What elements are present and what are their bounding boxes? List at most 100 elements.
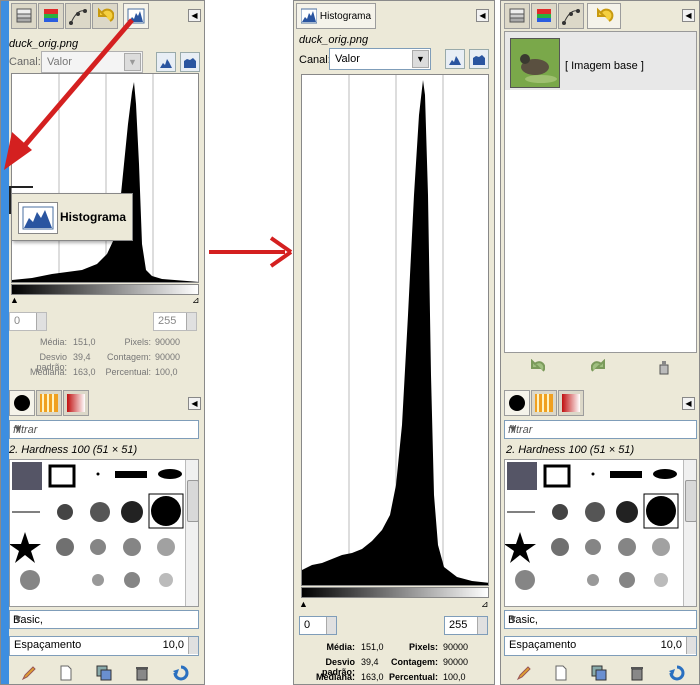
filter-input[interactable]: filtrar ▼ (9, 420, 199, 439)
spin-arrows[interactable] (326, 617, 336, 634)
dock-menu-button[interactable]: ◀ (476, 9, 489, 22)
range-max-value: 255 (158, 315, 177, 327)
channels-icon (537, 9, 551, 22)
undo-icon[interactable] (529, 359, 545, 375)
spacing-value: 10,0 (660, 639, 682, 651)
value-gradient (11, 284, 199, 295)
range-marker-right[interactable]: ⊿ (192, 295, 200, 306)
preset-select[interactable]: Basic, ▼ (504, 610, 697, 629)
paths-icon (562, 9, 580, 25)
spacing-input[interactable]: Espaçamento 10,0 (504, 636, 697, 656)
range-marker-right[interactable]: ⊿ (481, 599, 489, 610)
new-brush-icon[interactable] (553, 665, 569, 681)
brush-title: 2. Hardness 100 (51 × 51) (9, 444, 138, 456)
right-dock: ◀ [ Imagem base ] ◀ filtrar ▼ 2. Hardnes… (500, 0, 700, 685)
linear-histogram-button[interactable] (156, 52, 176, 72)
spin-arrows[interactable] (686, 637, 696, 654)
brush-icon (14, 395, 30, 411)
spin-arrows[interactable] (186, 313, 196, 330)
brush-scrollbar[interactable] (185, 460, 198, 606)
duplicate-brush-icon[interactable] (591, 665, 607, 681)
brush-grid[interactable] (504, 459, 697, 607)
stat-media-label: Média: (326, 642, 355, 652)
stat-pixels-value: 90000 (155, 337, 181, 347)
linear-histogram-button[interactable] (445, 49, 465, 69)
tab-gradients[interactable] (558, 390, 584, 416)
stat-mediana-label: Mediana: (29, 367, 67, 377)
histogram-icon (300, 8, 317, 24)
list-item[interactable]: [ Imagem base ] (505, 32, 696, 90)
tab-layers[interactable] (504, 3, 530, 29)
tab-undo-history[interactable] (587, 3, 621, 29)
log-histogram-icon (473, 55, 485, 65)
edit-brush-icon[interactable] (21, 665, 37, 681)
histogram-plot[interactable] (301, 74, 489, 586)
refresh-brushes-icon[interactable] (173, 665, 189, 681)
stat-mediana-value: 163,0 (361, 672, 384, 682)
tab-patterns[interactable] (36, 390, 62, 416)
scrollbar-thumb[interactable] (685, 480, 696, 522)
tab-brushes[interactable] (9, 390, 35, 416)
delete-brush-icon[interactable] (134, 665, 150, 681)
range-min-input[interactable]: 0 (299, 616, 337, 635)
stat-media-value: 151,0 (361, 642, 384, 652)
redo-icon[interactable] (591, 359, 607, 375)
chevron-down-icon[interactable]: ▼ (508, 424, 693, 435)
range-max-input[interactable]: 255 (444, 616, 488, 635)
tab-patterns[interactable] (531, 390, 557, 416)
range-marker-left[interactable]: ▲ (299, 599, 308, 609)
chevron-down-icon[interactable]: ▼ (508, 614, 693, 625)
range-min-input[interactable]: 0 (9, 312, 47, 331)
spacing-input[interactable]: Espaçamento 10,0 (9, 636, 199, 656)
annotation-arrow-diagonal (4, 18, 134, 170)
chevron-down-icon: ▼ (412, 50, 429, 68)
scrollbar-thumb[interactable] (187, 480, 198, 522)
dock-menu-button[interactable]: ◀ (188, 397, 201, 410)
undo-list[interactable]: [ Imagem base ] (504, 31, 697, 353)
channel-select-value: Valor (335, 53, 360, 65)
spacing-value: 10,0 (162, 639, 184, 651)
stat-percentual-label: Percentual: (388, 672, 438, 682)
brush-grid[interactable] (9, 459, 199, 607)
tooltip-text: Histograma (60, 210, 127, 224)
spacing-label: Espaçamento (509, 639, 577, 651)
dock-menu-button[interactable]: ◀ (682, 9, 695, 22)
brush-scrollbar[interactable] (683, 460, 696, 606)
range-max-input[interactable]: 255 (153, 312, 197, 331)
log-histogram-icon (184, 58, 196, 68)
spin-arrows[interactable] (477, 617, 487, 634)
tab-brushes[interactable] (504, 390, 530, 416)
tab-channels[interactable] (531, 3, 557, 29)
range-marker-left[interactable]: ▲ (10, 295, 19, 305)
channel-label: Canal: (299, 54, 331, 66)
tab-gradients[interactable] (63, 390, 89, 416)
delete-brush-icon[interactable] (629, 665, 645, 681)
stat-media-value: 151,0 (73, 337, 96, 347)
dock-menu-button[interactable]: ◀ (682, 397, 695, 410)
stat-mediana-label: Mediana: (315, 672, 355, 682)
duplicate-brush-icon[interactable] (96, 665, 112, 681)
clear-history-icon[interactable] (656, 359, 672, 375)
refresh-brushes-icon[interactable] (669, 665, 685, 681)
filter-input[interactable]: filtrar ▼ (504, 420, 697, 439)
chevron-down-icon[interactable]: ▼ (13, 424, 195, 435)
chevron-down-icon[interactable]: ▼ (13, 614, 195, 625)
log-histogram-button[interactable] (469, 49, 489, 69)
spin-arrows[interactable] (188, 637, 198, 654)
linear-histogram-icon (449, 56, 461, 65)
stat-contagem-value: 90000 (155, 352, 181, 362)
dock-menu-button[interactable]: ◀ (188, 9, 201, 22)
center-dock: Histograma ◀ duck_orig.png Canal: Valor … (293, 0, 495, 685)
channel-select[interactable]: Valor ▼ (329, 48, 431, 70)
spacing-label: Espaçamento (14, 639, 82, 651)
histogram-graph (302, 75, 488, 585)
spin-arrows[interactable] (36, 313, 46, 330)
tab-histogram[interactable]: Histograma (296, 3, 376, 29)
new-brush-icon[interactable] (58, 665, 74, 681)
preset-select[interactable]: Basic, ▼ (9, 610, 199, 629)
range-min-value: 0 (304, 619, 311, 631)
log-histogram-button[interactable] (180, 52, 200, 72)
stat-pixels-label: Pixels: (408, 642, 438, 652)
tab-paths[interactable] (558, 3, 584, 29)
edit-brush-icon[interactable] (516, 665, 532, 681)
